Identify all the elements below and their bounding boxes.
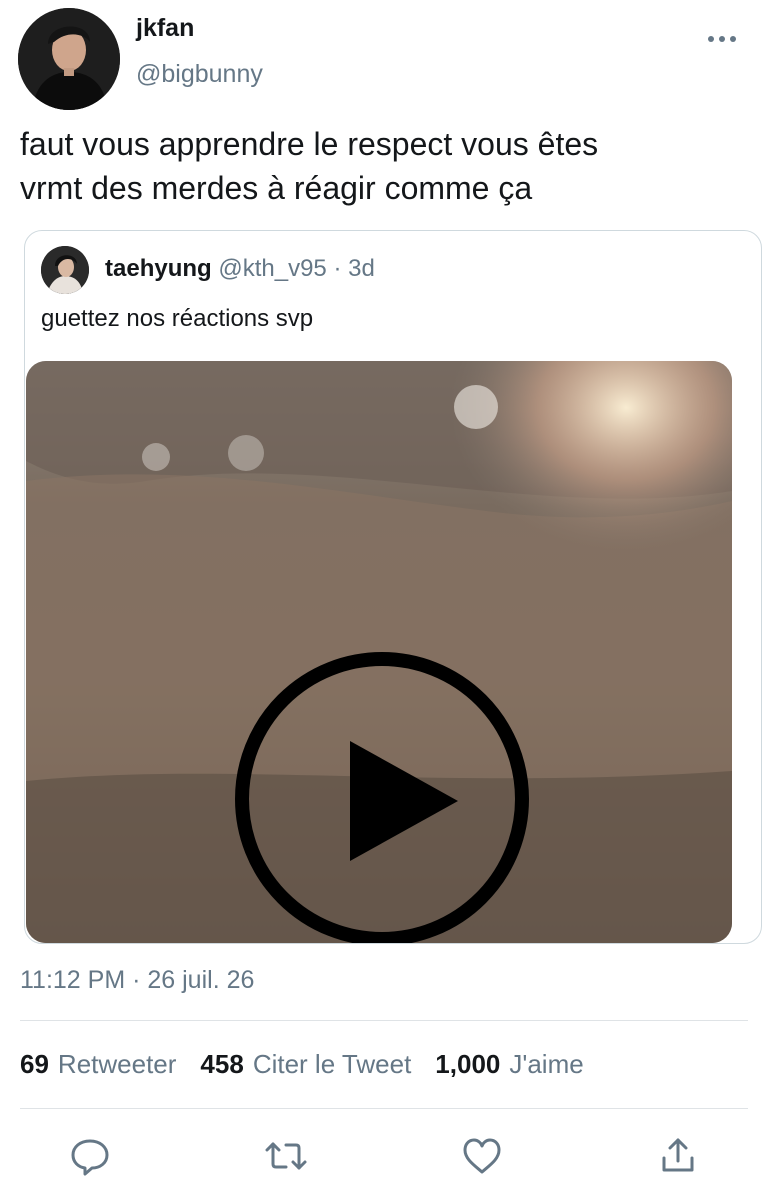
author-avatar[interactable]	[18, 8, 120, 110]
divider	[20, 1108, 748, 1109]
more-horizontal-icon	[708, 36, 736, 42]
quoted-author-avatar[interactable]	[41, 246, 89, 294]
retweet-icon	[265, 1142, 307, 1170]
stat-count: 458	[200, 1049, 244, 1079]
tweet-text-line: faut vous apprendre le respect vous êtes	[20, 126, 599, 162]
author-handle[interactable]: @bigbunny	[136, 60, 263, 89]
video-player[interactable]	[26, 361, 732, 943]
like-count[interactable]: 1,000 J'aime	[435, 1049, 583, 1080]
stat-count: 69	[20, 1049, 49, 1079]
tweet-stats: 69 Retweeter 458 Citer le Tweet 1,000 J'…	[20, 1049, 608, 1080]
stat-label: J'aime	[509, 1049, 584, 1079]
quoted-tweet-card[interactable]: taehyung @kth_v95 · 3d guettez nos réact…	[24, 230, 762, 944]
more-options-button[interactable]	[700, 24, 744, 54]
share-icon	[662, 1138, 694, 1172]
reply-button[interactable]	[68, 1134, 112, 1178]
stat-count: 1,000	[435, 1049, 501, 1079]
tweet-text: faut vous apprendre le respect vous êtes…	[20, 122, 750, 210]
quoted-author-name[interactable]: taehyung	[105, 255, 212, 282]
retweet-count[interactable]: 69 Retweeter	[20, 1049, 176, 1080]
quoted-author-handle[interactable]: @kth_v95	[218, 255, 326, 282]
quoted-text: guettez nos réactions svp	[41, 305, 314, 332]
tweet-text-line: vrmt des merdes à réagir comme ça	[20, 170, 533, 206]
play-icon[interactable]	[232, 649, 532, 943]
stat-label: Retweeter	[57, 1049, 177, 1079]
quoted-header: taehyung @kth_v95 · 3d	[105, 255, 375, 283]
share-button[interactable]	[656, 1134, 700, 1178]
tweet-timestamp[interactable]: 11:12 PM · 26 juil. 26	[20, 966, 254, 995]
reply-icon	[71, 1139, 109, 1176]
divider	[20, 1020, 748, 1021]
author-avatar-image	[18, 8, 120, 110]
stat-label: Citer le Tweet	[252, 1049, 412, 1079]
quote-tweet-count[interactable]: 458 Citer le Tweet	[200, 1049, 411, 1080]
heart-icon	[463, 1138, 501, 1174]
quoted-time: 3d	[348, 255, 375, 282]
retweet-button[interactable]	[264, 1134, 308, 1178]
author-name[interactable]: jkfan	[136, 14, 194, 43]
separator-dot: ·	[333, 255, 342, 282]
like-button[interactable]	[460, 1134, 504, 1178]
quoted-avatar-image	[41, 246, 89, 294]
